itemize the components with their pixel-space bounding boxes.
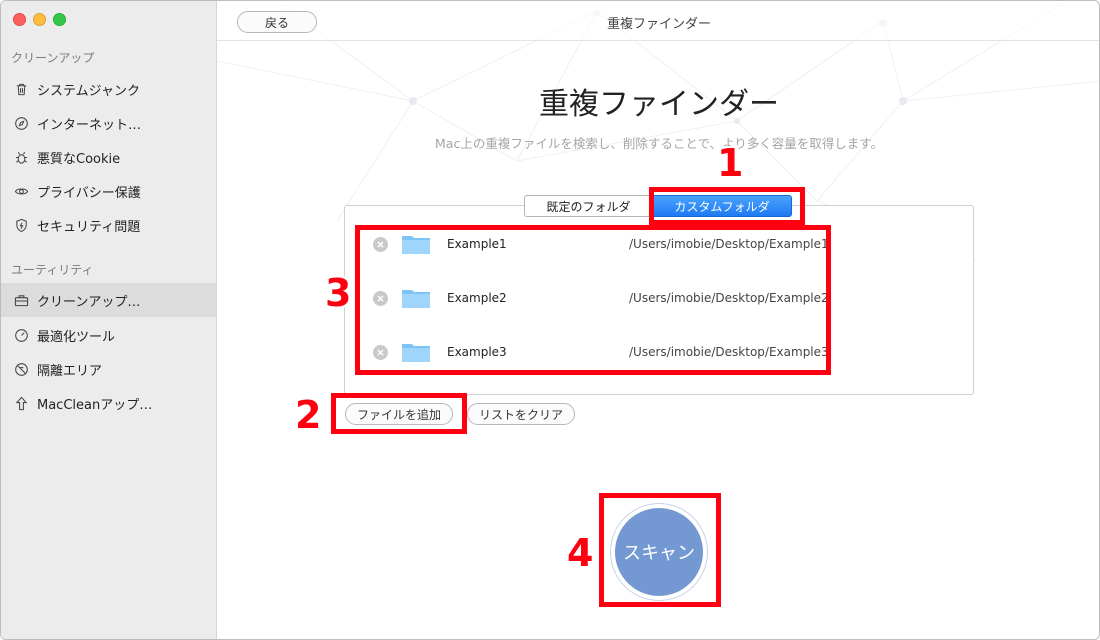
tab-default-folder[interactable]: 既定のフォルダ — [524, 195, 652, 217]
sidebar-item-label: クリーンアップ… — [37, 294, 141, 310]
app-window: クリーンアップ システムジャンク インターネット… 悪質なCookie プライバ… — [0, 0, 1100, 640]
annotation-box-1 — [649, 187, 805, 225]
window-title: 重複ファインダー — [606, 17, 711, 32]
sidebar-item-label: 悪質なCookie — [37, 151, 121, 167]
sidebar-item-privacy[interactable]: プライバシー保護 — [1, 174, 216, 208]
page-title: 重複ファインダー — [539, 87, 779, 122]
annotation-box-2 — [331, 393, 467, 434]
sidebar-item-optimization[interactable]: 最適化ツール — [1, 318, 216, 352]
sidebar-item-security[interactable]: セキュリティ問題 — [1, 208, 216, 242]
zoom-window-button[interactable] — [53, 13, 66, 26]
gauge-icon — [13, 327, 29, 343]
sidebar-item-cleanup-tools[interactable]: クリーンアップ… — [1, 283, 216, 317]
quarantine-icon — [13, 361, 29, 377]
sidebar-item-label: プライバシー保護 — [37, 185, 141, 201]
sidebar-item-label: システムジャンク — [37, 83, 140, 99]
annotation-number-2: 2 — [295, 393, 322, 437]
page-subtitle: Mac上の重複ファイルを検索し、削除することで、より多く容量を取得します。 — [435, 136, 883, 151]
annotation-box-3 — [355, 225, 831, 375]
sidebar-item-label: 最適化ツール — [37, 329, 116, 345]
sidebar: クリーンアップ システムジャンク インターネット… 悪質なCookie プライバ… — [1, 1, 217, 639]
minimize-window-button[interactable] — [33, 13, 46, 26]
eye-icon — [13, 183, 29, 199]
compass-icon — [13, 115, 29, 131]
sidebar-item-label: セキュリティ問題 — [37, 219, 141, 235]
close-window-button[interactable] — [13, 13, 26, 26]
sidebar-item-label: 隔離エリア — [37, 363, 103, 379]
clear-list-button[interactable]: リストをクリア — [467, 403, 575, 425]
sidebar-item-label: インターネット… — [37, 117, 142, 133]
sidebar-item-system-junk[interactable]: システムジャンク — [1, 72, 216, 106]
sidebar-item-malicious-cookie[interactable]: 悪質なCookie — [1, 140, 216, 174]
title-bar: 戻る 重複ファインダー — [217, 1, 1099, 41]
annotation-number-1: 1 — [717, 141, 744, 185]
sidebar-item-label: MacCleanアップ… — [37, 397, 153, 413]
annotation-number-4: 4 — [567, 531, 594, 575]
upload-arrow-icon — [13, 395, 29, 411]
bug-icon — [13, 149, 29, 165]
sidebar-item-update[interactable]: MacCleanアップ… — [1, 386, 216, 420]
annotation-number-3: 3 — [325, 271, 352, 315]
annotation-box-4 — [599, 493, 721, 607]
sidebar-item-quarantine[interactable]: 隔離エリア — [1, 352, 216, 386]
sidebar-section-cleanup: クリーンアップ — [11, 51, 95, 65]
toolbox-icon — [13, 292, 29, 308]
sidebar-item-internet[interactable]: インターネット… — [1, 106, 216, 140]
shield-icon — [13, 217, 29, 233]
trash-icon — [13, 81, 29, 97]
window-controls — [13, 13, 66, 26]
sidebar-section-utility: ユーティリティ — [11, 263, 94, 277]
